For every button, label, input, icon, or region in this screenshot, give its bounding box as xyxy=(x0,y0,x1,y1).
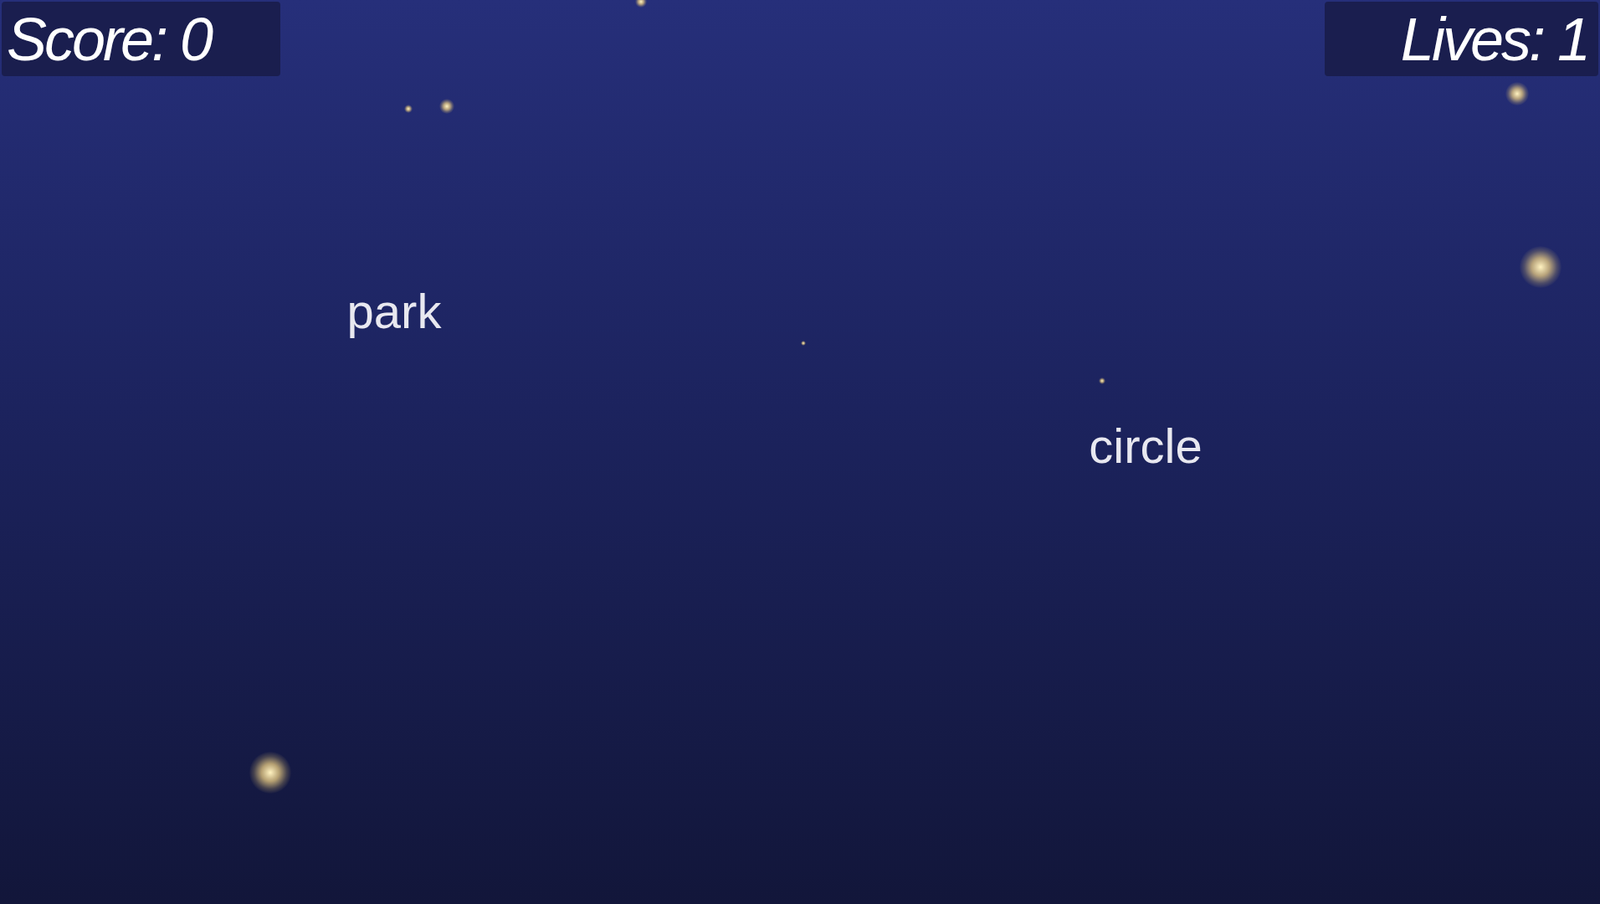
sparkle-icon xyxy=(1505,82,1529,106)
star-field xyxy=(0,0,1600,904)
lives-text: Lives: 1 xyxy=(1400,9,1589,70)
sparkle-icon xyxy=(1519,246,1562,288)
sparkle-icon xyxy=(404,104,413,113)
sparkle-icon xyxy=(1098,377,1106,385)
falling-word: park xyxy=(347,287,442,336)
score-text: Score: 0 xyxy=(6,9,211,70)
sparkle-icon xyxy=(249,751,292,794)
lives-panel: Lives: 1 xyxy=(1324,1,1599,77)
word-layer: park circle xyxy=(0,0,1600,904)
hud: Score: 0 Lives: 1 xyxy=(0,0,1600,77)
sparkle-icon xyxy=(439,98,455,114)
score-panel: Score: 0 xyxy=(1,1,281,77)
game-canvas: park circle Score: 0 Lives: 1 xyxy=(0,0,1600,904)
sparkle-icon xyxy=(635,0,647,8)
sparkle-icon xyxy=(800,340,806,346)
falling-word: circle xyxy=(1088,421,1202,471)
